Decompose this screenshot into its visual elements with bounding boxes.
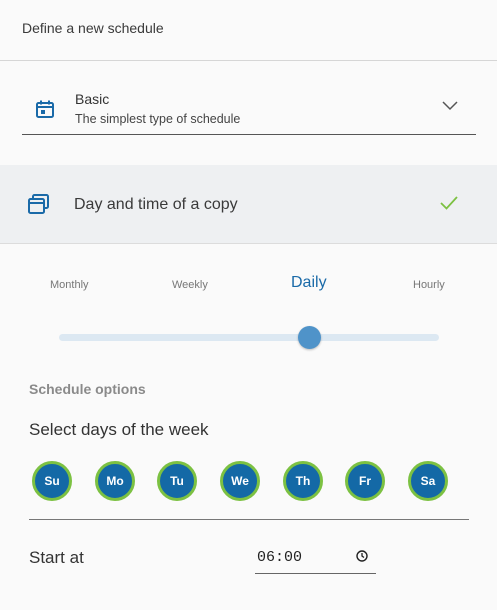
section-day-and-time[interactable]: Day and time of a copy bbox=[0, 165, 497, 244]
clock-icon[interactable] bbox=[356, 550, 368, 562]
section-title: Day and time of a copy bbox=[74, 196, 238, 213]
day-button-sunday[interactable]: Su bbox=[32, 461, 72, 501]
check-icon bbox=[440, 196, 458, 210]
days-of-week-label: Select days of the week bbox=[29, 420, 209, 439]
frequency-weekly[interactable]: Weekly bbox=[172, 279, 208, 291]
frequency-slider-thumb[interactable] bbox=[298, 326, 322, 349]
frequency-slider-track[interactable] bbox=[59, 334, 439, 341]
frequency-daily[interactable]: Daily bbox=[291, 274, 327, 292]
start-time-input[interactable]: 06:00 bbox=[255, 540, 376, 574]
day-button-wednesday[interactable]: We bbox=[220, 461, 260, 501]
divider bbox=[29, 519, 469, 520]
calendar-icon bbox=[36, 100, 54, 118]
page-title: Define a new schedule bbox=[22, 20, 164, 36]
schedule-type-dropdown[interactable]: Basic The simplest type of schedule bbox=[22, 80, 476, 135]
header: Define a new schedule bbox=[0, 0, 497, 61]
day-button-saturday[interactable]: Sa bbox=[408, 461, 448, 501]
schedule-type-name: Basic bbox=[75, 91, 110, 107]
schedule-type-description: The simplest type of schedule bbox=[75, 112, 241, 126]
copies-icon bbox=[28, 194, 49, 214]
schedule-options-heading: Schedule options bbox=[29, 381, 146, 397]
start-time-value: 06:00 bbox=[257, 549, 303, 566]
day-button-monday[interactable]: Mo bbox=[95, 461, 135, 501]
start-at-label: Start at bbox=[29, 548, 84, 567]
frequency-monthly[interactable]: Monthly bbox=[50, 279, 89, 291]
chevron-down-icon[interactable] bbox=[442, 100, 458, 112]
day-button-thursday[interactable]: Th bbox=[283, 461, 323, 501]
day-button-tuesday[interactable]: Tu bbox=[157, 461, 197, 501]
frequency-hourly[interactable]: Hourly bbox=[413, 279, 445, 291]
day-button-friday[interactable]: Fr bbox=[345, 461, 385, 501]
